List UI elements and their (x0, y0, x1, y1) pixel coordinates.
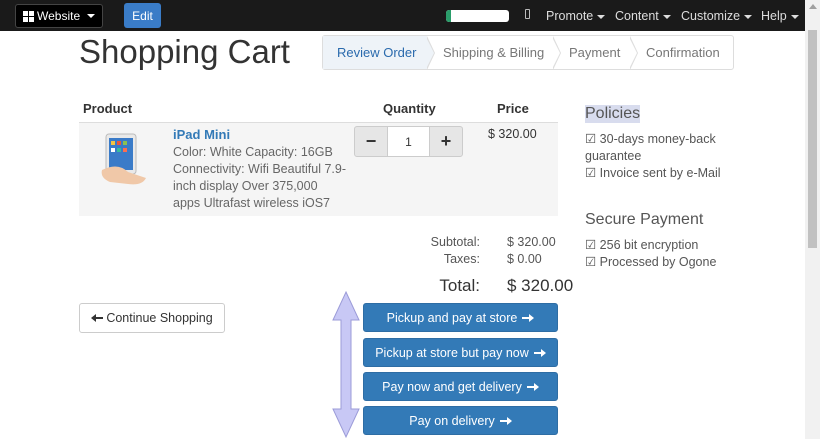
caret-down-icon (744, 14, 753, 19)
column-header-price: Price (497, 101, 529, 116)
menu-promote[interactable]: Promote (546, 9, 606, 23)
pay-button-label: Pickup and pay at store (386, 310, 518, 325)
taxes-label: Taxes: (443, 252, 480, 266)
grid-icon (23, 10, 34, 22)
caret-down-icon (597, 14, 606, 19)
pay-now-delivery-button[interactable]: Pay now and get delivery (363, 372, 558, 401)
quantity-input[interactable]: 1 (388, 126, 429, 157)
secure-item: ☑ 256 bit encryption (585, 238, 699, 252)
menu-promote-label: Promote (546, 9, 594, 23)
product-description: Color: White Capacity: 16GB Connectivity… (173, 145, 346, 210)
subtotal-label: Subtotal: (430, 235, 480, 249)
page-scrollbar[interactable] (805, 0, 820, 439)
step-label: Confirmation (646, 45, 720, 60)
website-label: Website (37, 9, 81, 23)
secure-item: ☑ Processed by Ogone (585, 255, 717, 269)
pay-on-delivery-button[interactable]: Pay on delivery (363, 406, 558, 435)
mobile-preview-icon[interactable] (525, 9, 530, 19)
product-price: $ 320.00 (488, 127, 537, 141)
step-label: Shipping & Billing (443, 45, 545, 60)
taxes-value: $ 0.00 (507, 252, 542, 266)
menu-help-label: Help (761, 9, 787, 23)
edit-button[interactable]: Edit (124, 3, 161, 28)
step-payment: Payment (553, 36, 638, 70)
policy-item: ☑ Invoice sent by e-Mail (585, 166, 721, 180)
scrollbar-thumb[interactable] (808, 30, 817, 248)
arrow-right-icon (533, 348, 546, 357)
step-label: Review Order (337, 45, 417, 60)
caret-down-icon (790, 14, 799, 19)
progress-bar (446, 10, 509, 22)
policies-heading: Policies (585, 105, 641, 123)
menu-content[interactable]: Content (615, 9, 671, 23)
step-shipping-billing: Shipping & Billing (427, 36, 561, 70)
pickup-pay-now-button[interactable]: Pickup at store but pay now (363, 338, 558, 367)
menu-customize[interactable]: Customize (681, 9, 753, 23)
menu-content-label: Content (615, 9, 659, 23)
caret-down-icon (662, 14, 671, 19)
subtotal-value: $ 320.00 (507, 235, 556, 249)
pay-button-label: Pickup at store but pay now (375, 345, 529, 360)
column-header-quantity: Quantity (383, 101, 436, 116)
quantity-stepper: − 1 + (354, 126, 463, 157)
total-label: Total: (439, 276, 480, 295)
page-title: Shopping Cart (79, 33, 290, 70)
arrow-left-icon (91, 314, 104, 322)
checkout-steps: Review Order Shipping & Billing Payment … (322, 35, 734, 70)
continue-shopping-button[interactable]: Continue Shopping (79, 303, 225, 333)
website-menu-button[interactable]: Website (15, 4, 104, 28)
step-label: Payment (569, 45, 621, 60)
progress-fill (446, 10, 452, 22)
scroll-up-icon[interactable] (809, 4, 817, 9)
top-navbar: Website Edit Promote Content Customize H… (0, 0, 805, 31)
arrow-right-icon (522, 313, 535, 322)
increase-quantity-button[interactable]: + (429, 126, 463, 157)
decrease-quantity-button[interactable]: − (354, 126, 388, 157)
step-review-order: Review Order (323, 36, 435, 70)
product-name-link[interactable]: iPad Mini (173, 127, 230, 142)
drag-arrow-icon (332, 290, 360, 439)
column-header-product: Product (83, 101, 133, 116)
policy-item: ☑ 30-days money-back guarantee (585, 132, 716, 163)
menu-customize-label: Customize (681, 9, 741, 23)
pay-button-label: Pay now and get delivery (382, 379, 522, 394)
arrow-right-icon (526, 382, 539, 391)
product-image[interactable] (98, 132, 148, 187)
caret-down-icon (87, 14, 96, 18)
total-value: $ 320.00 (507, 276, 574, 295)
pay-button-label: Pay on delivery (409, 413, 495, 428)
secure-payment-heading: Secure Payment (585, 211, 704, 228)
menu-help[interactable]: Help (761, 9, 799, 23)
arrow-right-icon (499, 416, 512, 425)
pickup-pay-at-store-button[interactable]: Pickup and pay at store (363, 303, 558, 332)
continue-shopping-label: Continue Shopping (106, 311, 213, 325)
step-confirmation: Confirmation (630, 36, 733, 69)
